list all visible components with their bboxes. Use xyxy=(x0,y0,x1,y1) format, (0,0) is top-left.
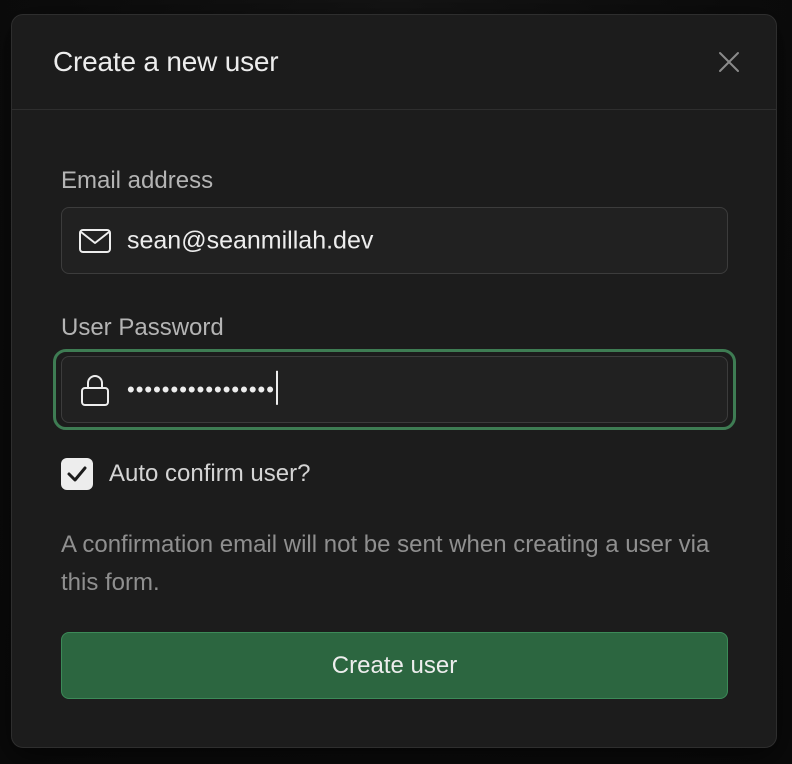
checkmark-icon xyxy=(67,466,87,482)
password-dots: ••••••••••••••••• xyxy=(127,376,275,402)
text-caret xyxy=(275,370,278,405)
helper-text: A confirmation email will not be sent wh… xyxy=(61,531,710,596)
dialog-title: Create a new user xyxy=(53,46,279,77)
password-field[interactable]: ••••••••••••••••• xyxy=(61,356,728,423)
close-button[interactable] xyxy=(718,51,740,73)
email-value: sean@seanmillah.dev xyxy=(127,226,374,254)
email-field[interactable]: sean@seanmillah.dev xyxy=(61,207,728,274)
create-user-dialog: Create a new user Email address sean@sea… xyxy=(11,14,777,748)
email-label: Email address xyxy=(61,167,214,194)
lock-icon xyxy=(81,374,109,406)
create-user-button[interactable]: Create user xyxy=(61,632,728,699)
dialog-header: Create a new user xyxy=(12,15,776,110)
auto-confirm-checkbox[interactable] xyxy=(61,458,93,490)
mail-icon xyxy=(79,228,111,253)
password-value: ••••••••••••••••• xyxy=(127,370,278,405)
close-icon xyxy=(719,52,739,72)
password-label: User Password xyxy=(61,314,224,341)
auto-confirm-label[interactable]: Auto confirm user? xyxy=(109,460,310,488)
